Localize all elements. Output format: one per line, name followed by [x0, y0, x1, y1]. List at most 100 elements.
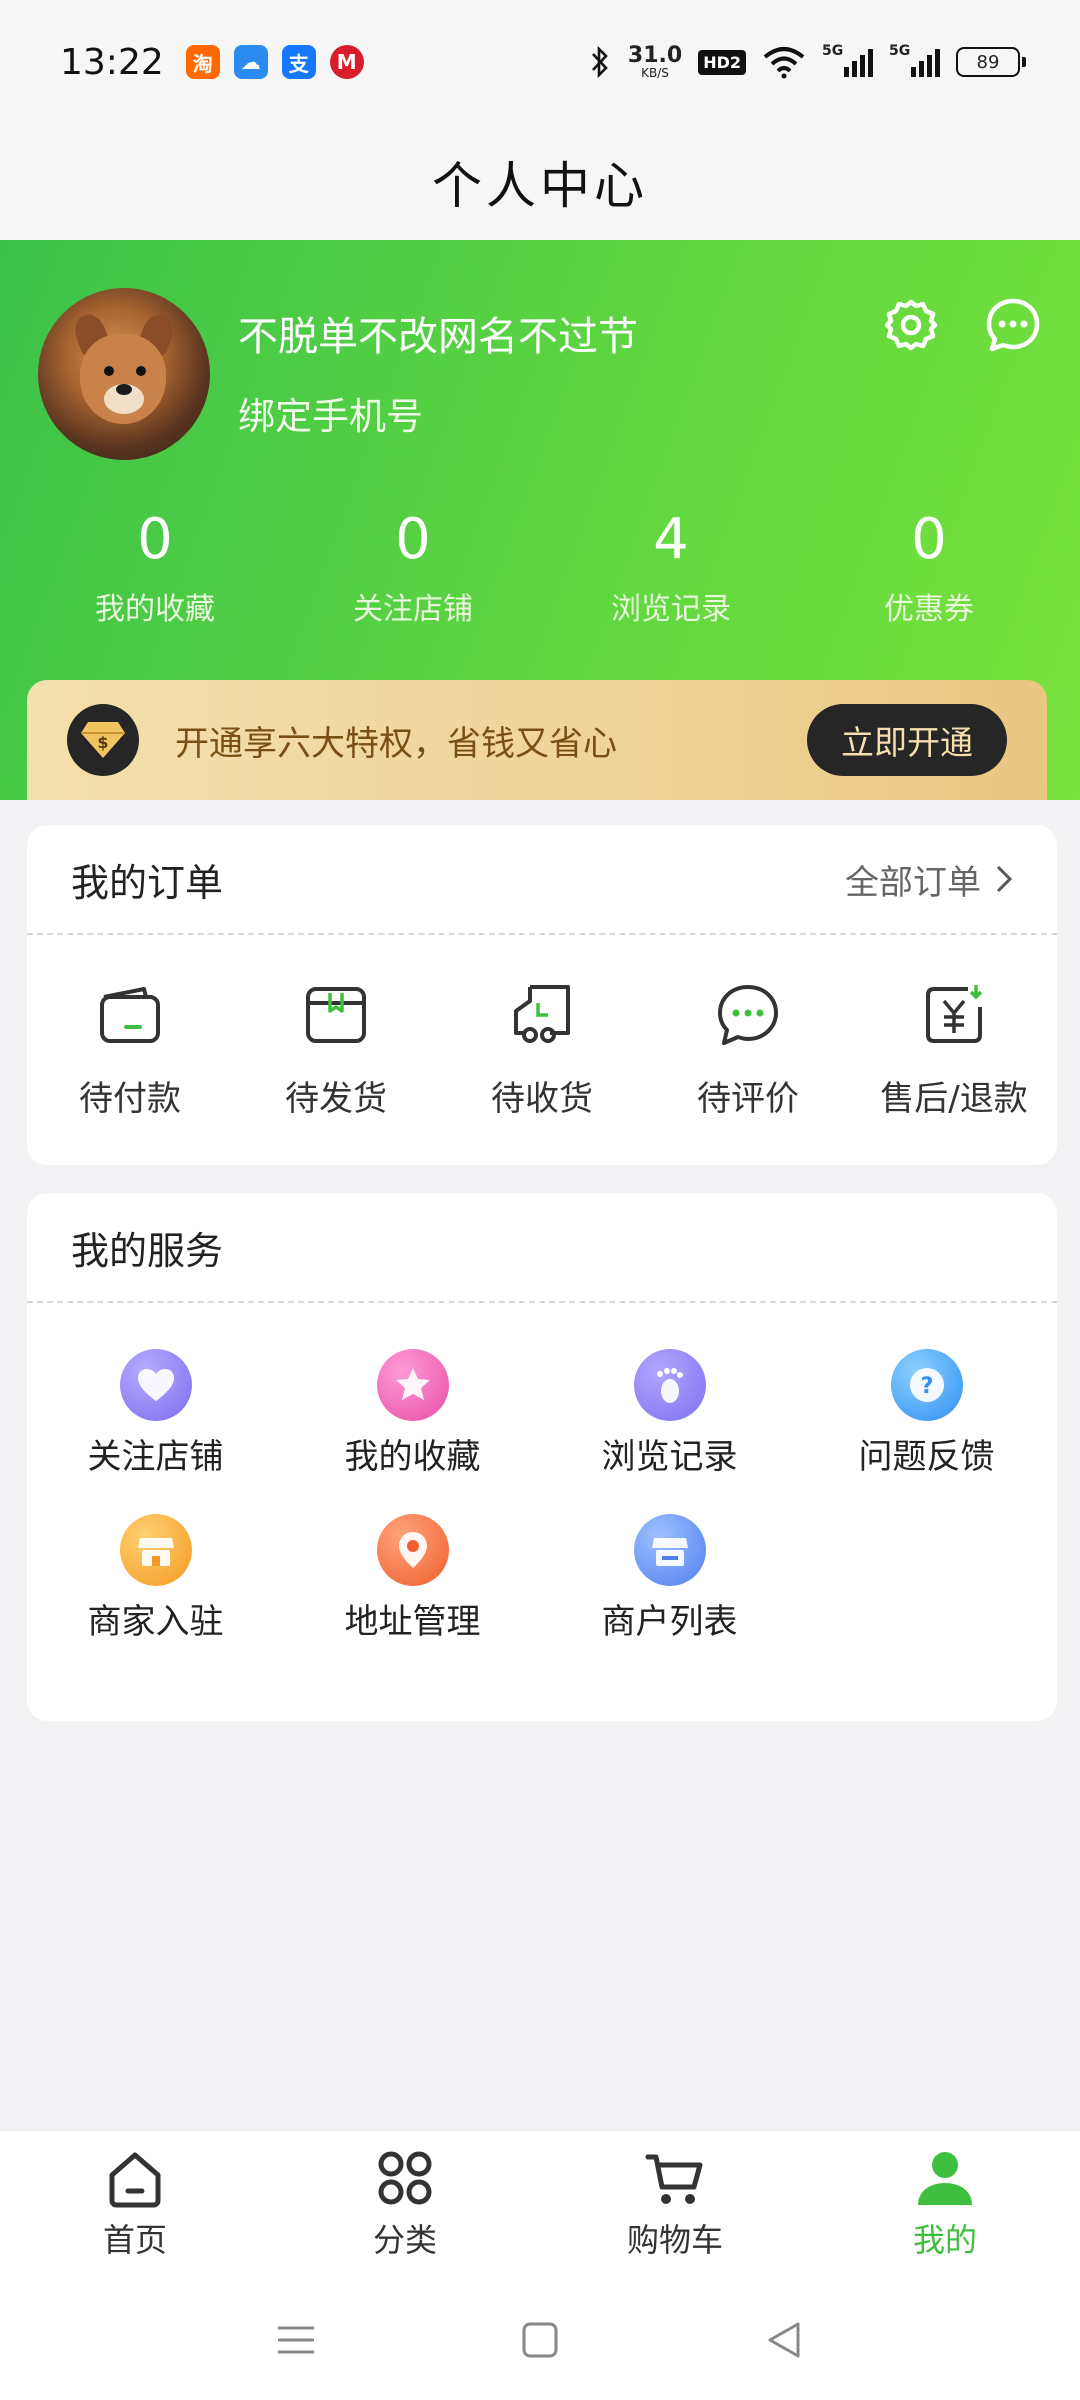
orders-card-header: 我的订单 全部订单: [27, 825, 1057, 935]
stat-browse-history[interactable]: 4 浏览记录: [542, 504, 800, 628]
bind-phone-link[interactable]: 绑定手机号: [238, 386, 423, 440]
vip-promo-text: 开通享六大特权，省钱又省心: [175, 723, 617, 764]
hd-voice-badge: HD2: [698, 49, 746, 75]
app-header: 个人中心: [0, 124, 1080, 240]
stat-coupons[interactable]: 0 优惠券: [800, 504, 1058, 628]
signal-label-1: 5G: [822, 43, 844, 59]
services-card-header: 我的服务: [27, 1193, 1057, 1303]
refund-icon: [926, 985, 983, 1043]
status-bar: 13:22 淘 ☁ 支 M 31.0 KB/S HD2 5G 5G 89: [0, 0, 1080, 124]
order-pending-shipment[interactable]: 待发货: [233, 981, 439, 1120]
back-triangle-icon[interactable]: [762, 2318, 806, 2362]
service-browse-history[interactable]: 浏览记录: [541, 1349, 798, 1478]
stat-label: 浏览记录: [611, 592, 731, 627]
nav-mine[interactable]: 我的: [810, 2131, 1080, 2280]
nav-category[interactable]: 分类: [270, 2131, 540, 2280]
stat-value: 0: [137, 507, 173, 572]
order-label: 售后/退款: [880, 1079, 1028, 1119]
service-favorites[interactable]: 我的收藏: [284, 1349, 541, 1478]
stat-favorites[interactable]: 0 我的收藏: [26, 504, 284, 628]
service-address-management[interactable]: 地址管理: [284, 1514, 541, 1643]
category-icon: [378, 2151, 432, 2205]
question-icon: ?: [890, 1349, 963, 1421]
bottom-nav: 首页 分类 购物车 我的: [0, 2130, 1080, 2280]
page-title: 个人中心: [432, 157, 648, 215]
service-merchant-list[interactable]: 商户列表: [541, 1514, 798, 1643]
order-label: 待付款: [79, 1079, 181, 1119]
wifi-icon: [763, 47, 805, 79]
status-time: 13:22: [60, 41, 164, 83]
service-feedback[interactable]: ? 问题反馈: [798, 1349, 1055, 1478]
all-orders-label: 全部订单: [845, 862, 981, 903]
stat-label: 我的收藏: [95, 592, 215, 627]
order-label: 待收货: [491, 1079, 593, 1119]
stat-value: 0: [911, 507, 947, 572]
order-label: 待发货: [285, 1079, 387, 1119]
cellular-signal-2: 5G: [889, 43, 940, 77]
nav-label: 首页: [102, 2221, 167, 2259]
all-orders-link[interactable]: 全部订单: [845, 855, 1013, 904]
nav-home[interactable]: 首页: [0, 2131, 270, 2280]
order-label: 待评价: [697, 1079, 799, 1119]
orders-card: 我的订单 全部订单 待付款 待发货 待收货 待评价 售后/退款: [27, 825, 1057, 1165]
service-label: 商家入驻: [87, 1602, 224, 1642]
username[interactable]: 不脱单不改网名不过节: [238, 304, 638, 362]
activate-vip-button[interactable]: 立即开通: [807, 704, 1007, 776]
truck-icon: [514, 985, 570, 1043]
order-pending-payment[interactable]: 待付款: [27, 981, 233, 1120]
orders-title: 我的订单: [71, 860, 224, 905]
heart-icon: [119, 1349, 192, 1421]
nav-cart[interactable]: 购物车: [540, 2131, 810, 2280]
service-followed-shops[interactable]: 关注店铺: [27, 1349, 284, 1478]
taobao-icon: 淘: [185, 45, 220, 79]
stat-value: 4: [653, 507, 689, 572]
status-right: 31.0 KB/S HD2 5G 5G 89: [588, 43, 1026, 80]
footprint-icon: [633, 1349, 706, 1421]
vip-banner[interactable]: $ 开通享六大特权，省钱又省心 立即开通: [27, 680, 1047, 800]
services-card: 我的服务 关注店铺 我的收藏 浏览记录 ? 问题反馈 商家入驻 地址管理 商户列…: [27, 1193, 1057, 1721]
order-status-row: 待付款 待发货 待收货 待评价 售后/退款: [27, 935, 1057, 1120]
service-merchant-join[interactable]: 商家入驻: [27, 1514, 284, 1643]
cmb-bank-icon: M: [329, 45, 364, 79]
order-pending-receipt[interactable]: 待收货: [439, 981, 645, 1120]
order-pending-review[interactable]: 待评价: [645, 981, 851, 1120]
stat-label: 优惠券: [884, 592, 974, 627]
wallet-icon: [100, 987, 160, 1043]
notification-app-icons: 淘 ☁ 支 M: [185, 45, 364, 79]
network-speed: 31.0 KB/S: [627, 43, 683, 80]
network-speed-value: 31.0: [627, 43, 683, 68]
svg-text:$: $: [97, 733, 108, 752]
shop-list-icon: [633, 1514, 706, 1586]
nav-label: 分类: [372, 2221, 437, 2259]
nav-label: 购物车: [626, 2221, 723, 2259]
store-icon: [119, 1514, 192, 1586]
cellular-signal-1: 5G: [822, 43, 873, 77]
diamond-icon: $: [67, 704, 139, 776]
home-icon: [109, 2152, 161, 2208]
star-icon: [376, 1349, 449, 1421]
nav-label: 我的: [912, 2221, 977, 2259]
network-speed-unit: KB/S: [641, 66, 669, 80]
cart-icon: [645, 2154, 703, 2204]
stat-followed-shops[interactable]: 0 关注店铺: [284, 504, 542, 628]
chevron-right-icon: [996, 865, 1013, 893]
service-label: 我的收藏: [344, 1437, 481, 1477]
settings-gear-icon[interactable]: [882, 296, 940, 354]
avatar[interactable]: [38, 288, 210, 460]
location-pin-icon: [376, 1514, 449, 1586]
service-label: 问题反馈: [858, 1437, 995, 1477]
alipay-icon: 支: [281, 45, 316, 79]
signal-label-2: 5G: [889, 43, 911, 59]
bluetooth-icon: [591, 45, 608, 79]
system-navigation-bar: [0, 2280, 1080, 2400]
home-square-icon[interactable]: [518, 2318, 562, 2362]
menu-icon[interactable]: [274, 2318, 318, 2362]
service-label: 地址管理: [344, 1602, 481, 1642]
services-title: 我的服务: [71, 1228, 224, 1273]
stat-label: 关注店铺: [353, 592, 473, 627]
svg-text:?: ?: [920, 1374, 933, 1399]
order-after-sale-refund[interactable]: 售后/退款: [851, 981, 1057, 1120]
service-label: 关注店铺: [87, 1437, 224, 1477]
services-grid: 关注店铺 我的收藏 浏览记录 ? 问题反馈 商家入驻 地址管理 商户列表: [27, 1303, 1057, 1679]
message-icon[interactable]: [984, 296, 1042, 354]
